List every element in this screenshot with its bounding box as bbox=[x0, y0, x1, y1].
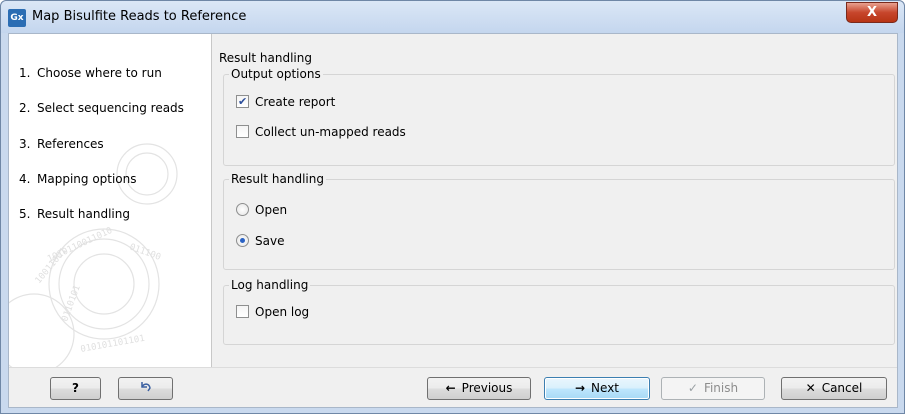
log-handling-group: Log handling Open log bbox=[223, 278, 895, 345]
next-button[interactable]: → Next bbox=[544, 377, 650, 400]
page-title: Result handling bbox=[219, 51, 312, 65]
svg-text:0110101: 0110101 bbox=[60, 284, 82, 323]
arrow-right-icon: → bbox=[574, 381, 586, 395]
wizard-steps-panel: 1010110011010 0110101 10011001 011100 01… bbox=[9, 34, 212, 367]
save-option[interactable]: Save bbox=[236, 233, 284, 249]
app-icon: Gx bbox=[8, 9, 26, 27]
open-option[interactable]: Open bbox=[236, 202, 287, 218]
open-radio[interactable] bbox=[236, 203, 249, 216]
step-references: 3. References bbox=[19, 137, 104, 151]
button-bar: ? ← Previous → Next ✓ Finish ✕ Cancel bbox=[9, 367, 897, 407]
arrow-left-icon: ← bbox=[445, 381, 456, 395]
svg-text:1010110011010: 1010110011010 bbox=[46, 226, 114, 265]
svg-text:010101101101: 010101101101 bbox=[80, 334, 146, 355]
create-report-option[interactable]: Create report bbox=[236, 94, 335, 110]
save-radio[interactable] bbox=[236, 234, 249, 247]
watermark-icon: 1010110011010 0110101 10011001 011100 01… bbox=[9, 143, 178, 367]
finish-button[interactable]: ✓ Finish bbox=[661, 377, 765, 400]
result-handling-legend: Result handling bbox=[229, 172, 326, 186]
previous-button[interactable]: ← Previous bbox=[427, 377, 531, 400]
step-result-handling: 5. Result handling bbox=[19, 207, 130, 221]
title-bar[interactable]: Gx Map Bisulfite Reads to Reference X bbox=[1, 1, 904, 33]
output-options-legend: Output options bbox=[229, 67, 323, 81]
dialog-body: 1010110011010 0110101 10011001 011100 01… bbox=[8, 33, 898, 408]
cancel-button[interactable]: ✕ Cancel bbox=[781, 377, 887, 400]
undo-icon bbox=[140, 382, 151, 392]
content-panel: Result handling Output options Create re… bbox=[219, 34, 897, 367]
window-title: Map Bisulfite Reads to Reference bbox=[32, 9, 247, 24]
step-mapping-options: 4. Mapping options bbox=[19, 172, 137, 186]
svg-text:10011001: 10011001 bbox=[34, 246, 70, 286]
step-select-sequencing-reads: 2. Select sequencing reads bbox=[19, 101, 184, 115]
svg-text:011100: 011100 bbox=[128, 242, 162, 263]
result-handling-group: Result handling Open Save bbox=[223, 172, 895, 270]
collect-unmapped-option[interactable]: Collect un-mapped reads bbox=[236, 124, 406, 140]
cancel-x-icon: ✕ bbox=[805, 381, 816, 395]
collect-unmapped-checkbox[interactable] bbox=[236, 125, 249, 138]
dialog-window: Gx Map Bisulfite Reads to Reference X 10… bbox=[0, 0, 905, 414]
output-options-group: Output options Create report Collect un-… bbox=[223, 67, 895, 166]
log-handling-legend: Log handling bbox=[229, 278, 311, 292]
checkmark-icon: ✓ bbox=[687, 381, 698, 395]
create-report-checkbox[interactable] bbox=[236, 94, 249, 110]
step-choose-where-to-run: 1. Choose where to run bbox=[19, 66, 162, 80]
open-log-checkbox[interactable] bbox=[236, 305, 249, 318]
open-log-option[interactable]: Open log bbox=[236, 304, 309, 320]
reset-button[interactable] bbox=[118, 377, 173, 400]
close-button[interactable]: X bbox=[846, 2, 898, 23]
help-button[interactable]: ? bbox=[50, 377, 101, 400]
